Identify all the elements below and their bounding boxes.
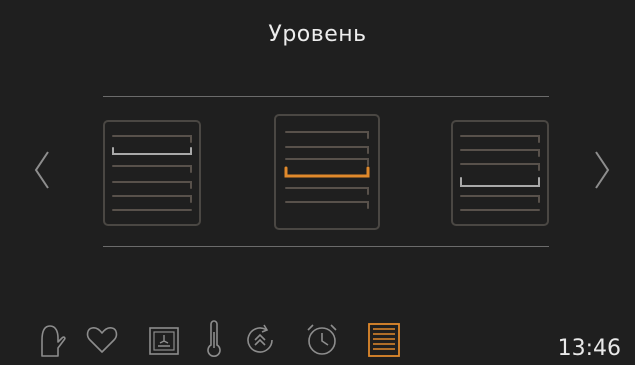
chevron-right-icon: [595, 151, 610, 189]
thermometer-icon: [207, 320, 221, 357]
favorites-button[interactable]: [84, 318, 120, 358]
divider-top: [103, 96, 549, 97]
level-option-4[interactable]: [451, 120, 549, 226]
oven-mitt-button[interactable]: [32, 318, 68, 358]
next-level-button[interactable]: [590, 148, 614, 192]
level-option-2[interactable]: [103, 120, 201, 226]
oven-shelves-icon: [451, 120, 549, 226]
temperature-button[interactable]: [196, 318, 232, 358]
oven-shelves-icon: [103, 120, 201, 226]
prev-level-button[interactable]: [30, 148, 54, 192]
shelf-level-icon: [368, 323, 400, 357]
shelf-level-button[interactable]: [366, 318, 402, 358]
clock: 13:46: [557, 336, 621, 361]
chevron-left-icon: [34, 151, 49, 189]
level-option-3[interactable]: [274, 114, 380, 230]
screen-title: Уровень: [268, 22, 367, 47]
divider-bottom: [103, 246, 549, 247]
heart-icon: [86, 326, 118, 353]
fast-preheat-icon: [247, 324, 273, 353]
oven-shelves-icon: [274, 114, 380, 230]
timer-button[interactable]: [302, 318, 338, 358]
fan-heating-icon: [149, 327, 179, 355]
heating-mode-button[interactable]: [146, 318, 182, 358]
fast-preheat-button[interactable]: [242, 318, 278, 358]
timer-icon: [307, 324, 337, 355]
oven-mitt-icon: [41, 325, 66, 357]
